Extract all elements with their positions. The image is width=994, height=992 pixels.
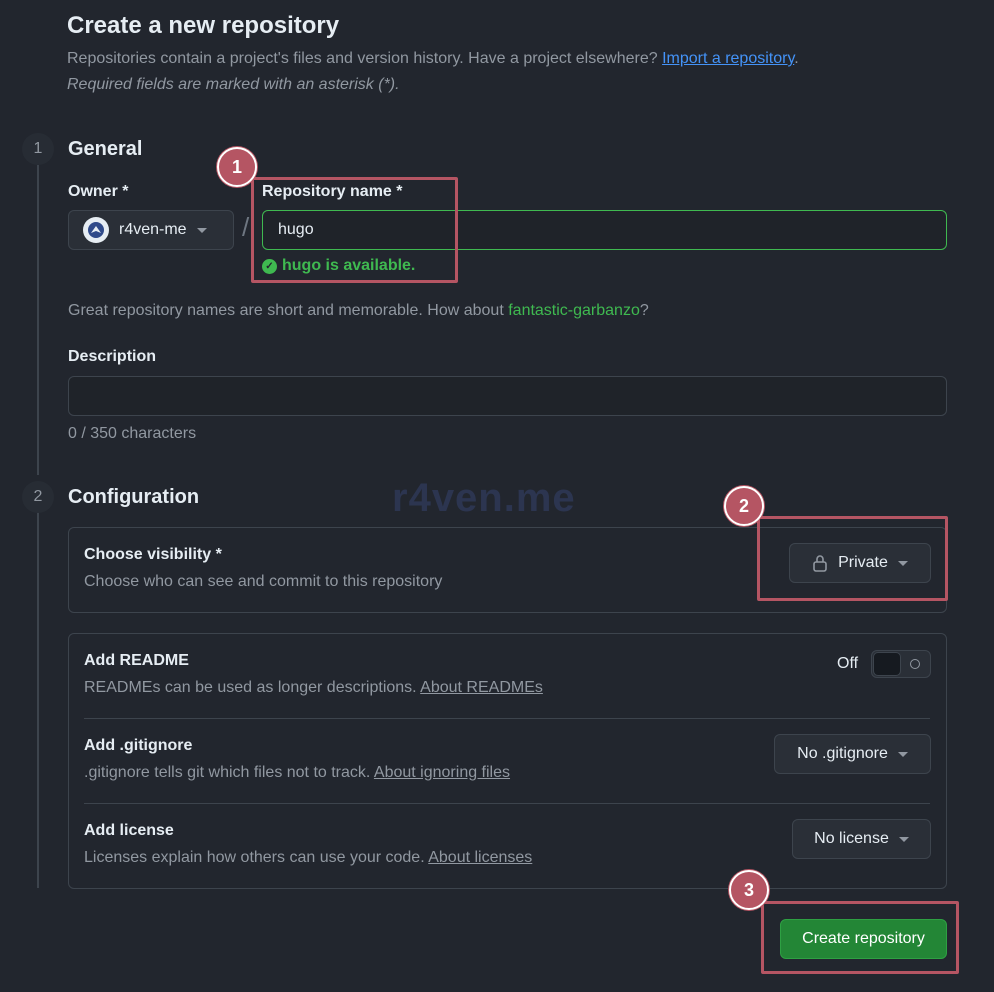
visibility-title: Choose visibility *	[84, 546, 222, 563]
step-number-general: 1	[22, 133, 54, 165]
description-label: Description	[68, 348, 157, 365]
highlight-box-visibility	[757, 516, 948, 601]
license-select[interactable]: No license	[792, 819, 931, 859]
toggle-knob	[873, 652, 901, 676]
readme-toggle-label: Off	[837, 655, 859, 672]
visibility-description: Choose who can see and commit to this re…	[84, 573, 443, 590]
owner-repo-separator: /	[242, 212, 250, 242]
gitignore-title: Add .gitignore	[84, 737, 193, 754]
divider	[84, 718, 930, 719]
owner-label: Owner *	[68, 183, 129, 200]
divider	[84, 803, 930, 804]
required-note: Required fields are marked with an aster…	[67, 76, 400, 93]
gitignore-description: .gitignore tells git which files not to …	[84, 764, 510, 782]
name-hint-end: ?	[639, 302, 649, 319]
owner-avatar	[83, 217, 109, 243]
license-description-text: Licenses explain how others can use your…	[84, 849, 425, 866]
annotation-marker-2: 2	[724, 486, 764, 526]
chevron-down-icon	[196, 227, 207, 233]
section-title-general: General	[68, 138, 143, 160]
subtitle-end: .	[794, 50, 799, 67]
raven-icon	[88, 222, 104, 238]
step-line-general	[37, 165, 39, 475]
chevron-down-icon	[898, 836, 909, 842]
section-title-configuration: Configuration	[68, 486, 200, 508]
name-suggestion[interactable]: fantastic-garbanzo	[508, 302, 640, 319]
step-number-configuration: 2	[22, 481, 54, 513]
gitignore-description-text: .gitignore tells git which files not to …	[84, 764, 371, 781]
license-value: No license	[814, 830, 889, 847]
gitignore-select[interactable]: No .gitignore	[774, 734, 931, 774]
page-subtitle: Repositories contain a project's files a…	[67, 50, 799, 68]
toggle-off-icon	[910, 659, 920, 669]
subtitle-text: Repositories contain a project's files a…	[67, 50, 658, 67]
import-repository-link[interactable]: Import a repository	[662, 50, 794, 67]
readme-description: READMEs can be used as longer descriptio…	[84, 679, 543, 697]
license-description: Licenses explain how others can use your…	[84, 849, 532, 867]
readme-description-text: READMEs can be used as longer descriptio…	[84, 679, 417, 696]
about-readmes-link[interactable]: About READMEs	[420, 679, 543, 696]
step-line-configuration	[37, 512, 39, 888]
owner-select[interactable]: r4ven-me	[68, 210, 234, 250]
owner-value: r4ven-me	[119, 221, 187, 238]
character-counter: 0 / 350 characters	[68, 425, 197, 442]
annotation-marker-1: 1	[217, 147, 257, 187]
about-licenses-link[interactable]: About licenses	[428, 849, 532, 866]
description-input[interactable]	[68, 376, 947, 416]
watermark: r4ven.me	[392, 476, 576, 520]
license-title: Add license	[84, 822, 174, 839]
chevron-down-icon	[897, 751, 908, 757]
annotation-marker-3: 3	[729, 870, 769, 910]
highlight-box-repository-name	[251, 177, 458, 283]
readme-title: Add README	[84, 652, 189, 669]
page-title: Create a new repository	[67, 12, 340, 39]
gitignore-value: No .gitignore	[797, 745, 888, 762]
name-hint-text: Great repository names are short and mem…	[68, 302, 504, 319]
readme-toggle[interactable]	[871, 650, 931, 678]
highlight-box-create-button	[761, 901, 959, 974]
name-hint: Great repository names are short and mem…	[68, 302, 649, 320]
about-ignoring-files-link[interactable]: About ignoring files	[374, 764, 510, 781]
